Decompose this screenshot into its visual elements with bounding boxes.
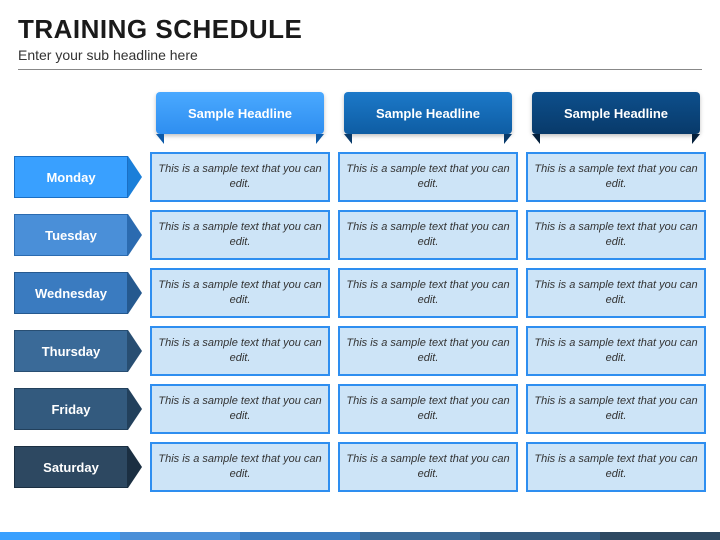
slide-header: TRAINING SCHEDULE Enter your sub headlin…: [0, 0, 720, 80]
column-header-label: Sample Headline: [344, 92, 512, 134]
schedule-cell[interactable]: This is a sample text that you can edit.: [338, 210, 518, 260]
arrow-icon: [128, 214, 142, 256]
schedule-cell[interactable]: This is a sample text that you can edit.: [150, 384, 330, 434]
schedule-cell[interactable]: This is a sample text that you can edit.: [338, 326, 518, 376]
row-header-label: Saturday: [14, 446, 128, 488]
slide-title[interactable]: TRAINING SCHEDULE: [18, 14, 702, 45]
schedule-cell[interactable]: This is a sample text that you can edit.: [526, 152, 706, 202]
schedule-cell[interactable]: This is a sample text that you can edit.: [150, 442, 330, 492]
arrow-icon: [128, 272, 142, 314]
schedule-cell[interactable]: This is a sample text that you can edit.: [526, 384, 706, 434]
row-header-tuesday[interactable]: Tuesday: [14, 210, 142, 260]
row-header-friday[interactable]: Friday: [14, 384, 142, 434]
ribbon-icon: [156, 134, 324, 144]
header-divider: [18, 69, 702, 70]
schedule-cell[interactable]: This is a sample text that you can edit.: [526, 326, 706, 376]
row-header-thursday[interactable]: Thursday: [14, 326, 142, 376]
schedule-cell[interactable]: This is a sample text that you can edit.: [526, 442, 706, 492]
schedule-cell[interactable]: This is a sample text that you can edit.: [150, 152, 330, 202]
column-header-1[interactable]: Sample Headline: [150, 92, 330, 144]
arrow-icon: [128, 446, 142, 488]
column-header-label: Sample Headline: [532, 92, 700, 134]
row-header-wednesday[interactable]: Wednesday: [14, 268, 142, 318]
column-header-3[interactable]: Sample Headline: [526, 92, 706, 144]
row-header-label: Friday: [14, 388, 128, 430]
schedule-cell[interactable]: This is a sample text that you can edit.: [150, 326, 330, 376]
column-header-2[interactable]: Sample Headline: [338, 92, 518, 144]
slide-subtitle[interactable]: Enter your sub headline here: [18, 47, 702, 63]
row-header-label: Wednesday: [14, 272, 128, 314]
row-header-label: Tuesday: [14, 214, 128, 256]
schedule-cell[interactable]: This is a sample text that you can edit.: [526, 210, 706, 260]
schedule-cell[interactable]: This is a sample text that you can edit.: [150, 210, 330, 260]
row-header-label: Monday: [14, 156, 128, 198]
row-header-saturday[interactable]: Saturday: [14, 442, 142, 492]
arrow-icon: [128, 388, 142, 430]
bottom-accent-bar: [0, 532, 720, 540]
grid-corner: [14, 92, 142, 144]
schedule-cell[interactable]: This is a sample text that you can edit.: [526, 268, 706, 318]
schedule-grid: Sample Headline Sample Headline Sample H…: [0, 80, 720, 498]
ribbon-icon: [532, 134, 700, 144]
schedule-cell[interactable]: This is a sample text that you can edit.: [338, 442, 518, 492]
schedule-cell[interactable]: This is a sample text that you can edit.: [150, 268, 330, 318]
arrow-icon: [128, 156, 142, 198]
schedule-cell[interactable]: This is a sample text that you can edit.: [338, 268, 518, 318]
schedule-cell[interactable]: This is a sample text that you can edit.: [338, 152, 518, 202]
row-header-label: Thursday: [14, 330, 128, 372]
schedule-cell[interactable]: This is a sample text that you can edit.: [338, 384, 518, 434]
ribbon-icon: [344, 134, 512, 144]
arrow-icon: [128, 330, 142, 372]
column-header-label: Sample Headline: [156, 92, 324, 134]
row-header-monday[interactable]: Monday: [14, 152, 142, 202]
